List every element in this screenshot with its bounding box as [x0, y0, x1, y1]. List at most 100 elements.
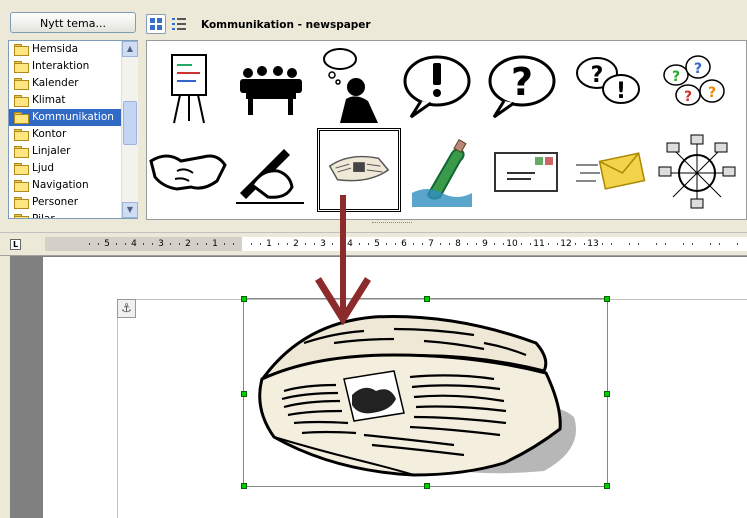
ruler-tick	[548, 243, 549, 245]
gallery-item-thinking[interactable]	[312, 45, 392, 125]
theme-list-scrollbar[interactable]: ▲ ▼	[121, 41, 138, 218]
theme-item-label: Navigation	[32, 179, 89, 191]
svg-text:?: ?	[672, 69, 680, 85]
theme-item[interactable]: Kommunikation	[9, 109, 137, 126]
svg-text:?: ?	[511, 60, 533, 104]
anchor-icon[interactable]: ⚓	[117, 299, 136, 318]
theme-item[interactable]: Interaktion	[9, 58, 137, 75]
ruler-number: 8	[455, 239, 461, 249]
resize-handle-bottom-left[interactable]	[241, 483, 247, 489]
vertical-ruler	[0, 256, 10, 518]
ruler-tick	[170, 243, 171, 245]
new-theme-button[interactable]: Nytt tema...	[10, 12, 136, 33]
ruler-tick	[521, 243, 522, 245]
resize-handle-right[interactable]	[604, 391, 610, 397]
scroll-down-button[interactable]: ▼	[122, 202, 138, 218]
gallery-item-flying-envelope[interactable]	[572, 131, 652, 211]
theme-item[interactable]: Klimat	[9, 92, 137, 109]
ruler-tick	[467, 243, 468, 245]
ruler-tick	[665, 243, 666, 245]
gallery-item-question-exclamation[interactable]: ? !	[567, 45, 647, 125]
theme-item[interactable]: Hemsida	[9, 41, 137, 58]
resize-handle-top-right[interactable]	[604, 296, 610, 302]
ruler-tick	[476, 243, 477, 245]
ruler-tick	[98, 243, 99, 245]
gallery-item-handshake[interactable]	[147, 131, 227, 211]
ruler-number: 3	[158, 239, 164, 249]
folder-icon	[14, 95, 29, 107]
resize-handle-top[interactable]	[424, 296, 430, 302]
question-exclamation-bubbles-icon: ? !	[576, 57, 640, 104]
resize-handle-bottom[interactable]	[424, 483, 430, 489]
theme-item[interactable]: Ljud	[9, 160, 137, 177]
drag-arrow-icon	[315, 195, 371, 325]
ruler-number: 2	[185, 239, 191, 249]
gallery-item-question[interactable]: ?	[482, 45, 562, 125]
ruler-tick	[260, 243, 261, 245]
grid-view-icon	[150, 18, 162, 30]
ruler-tick	[278, 243, 279, 245]
ruler-tick	[638, 243, 639, 245]
gallery-item-envelope[interactable]	[487, 131, 567, 211]
ruler-tick	[89, 243, 90, 245]
ruler-tick	[503, 243, 504, 245]
theme-item-label: Personer	[32, 196, 79, 208]
folder-icon	[14, 44, 29, 56]
theme-item[interactable]: Kalender	[9, 75, 137, 92]
ruler-number: 9	[482, 239, 488, 249]
ruler-tick	[143, 243, 144, 245]
scroll-thumb[interactable]	[123, 101, 137, 145]
ruler-tick	[629, 243, 630, 245]
ruler-tick	[611, 243, 612, 245]
ruler-tick	[683, 243, 684, 245]
theme-item-label: Klimat	[32, 94, 66, 106]
gallery-item-flipchart[interactable]	[152, 45, 232, 125]
ruler-number: 6	[401, 239, 407, 249]
icon-view-button[interactable]	[146, 14, 166, 34]
ruler-tick	[575, 243, 576, 245]
svg-text:?: ?	[591, 63, 604, 88]
folder-icon	[14, 129, 29, 141]
theme-item-label: Interaktion	[32, 60, 90, 72]
theme-item[interactable]: Navigation	[9, 177, 137, 194]
theme-item-label: Kalender	[32, 77, 79, 89]
ruler-tick	[557, 243, 558, 245]
gallery-item-bottle[interactable]	[402, 131, 482, 211]
gallery-item-network[interactable]	[657, 131, 737, 211]
newspaper-image	[258, 315, 576, 477]
folder-icon	[14, 61, 29, 73]
ruler-number: 11	[533, 239, 545, 249]
gallery-grid[interactable]: ? ? ! ? ? ? ?	[146, 40, 747, 220]
ruler-tick	[494, 243, 495, 245]
ruler-tick	[737, 243, 738, 245]
gallery-item-colorful-questions[interactable]: ? ? ? ?	[652, 45, 732, 125]
details-view-button[interactable]	[169, 14, 189, 34]
svg-text:?: ?	[694, 61, 702, 77]
ruler-tick	[692, 243, 693, 245]
ruler-tick	[395, 243, 396, 245]
gallery-item-exclamation[interactable]	[397, 45, 477, 125]
theme-item[interactable]: Linjaler	[9, 143, 137, 160]
inserted-image-frame[interactable]	[241, 296, 610, 489]
colorful-question-bubbles-icon: ? ? ? ?	[663, 55, 725, 106]
ruler-tick	[224, 243, 225, 245]
resize-handle-top-left[interactable]	[241, 296, 247, 302]
network-icon	[658, 134, 736, 209]
resize-handle-left[interactable]	[241, 391, 247, 397]
theme-list[interactable]: Hemsida Interaktion Kalender Klimat Kommunik…	[8, 40, 138, 219]
theme-item[interactable]: Pilar	[9, 211, 137, 218]
svg-text:?: ?	[684, 89, 692, 105]
gallery-item-meeting[interactable]	[232, 45, 312, 125]
ruler-tick	[287, 243, 288, 245]
gallery-splitter[interactable]	[146, 220, 747, 228]
ruler-number: 5	[104, 239, 110, 249]
scroll-up-button[interactable]: ▲	[122, 41, 138, 57]
ruler-number: 1	[266, 239, 272, 249]
ruler-tick	[125, 243, 126, 245]
ruler-tick	[413, 243, 414, 245]
theme-item[interactable]: Personer	[9, 194, 137, 211]
theme-item[interactable]: Kontor	[9, 126, 137, 143]
resize-handle-bottom-right[interactable]	[604, 483, 610, 489]
ruler-number: 10	[506, 239, 518, 249]
theme-item-label: Linjaler	[32, 145, 71, 157]
